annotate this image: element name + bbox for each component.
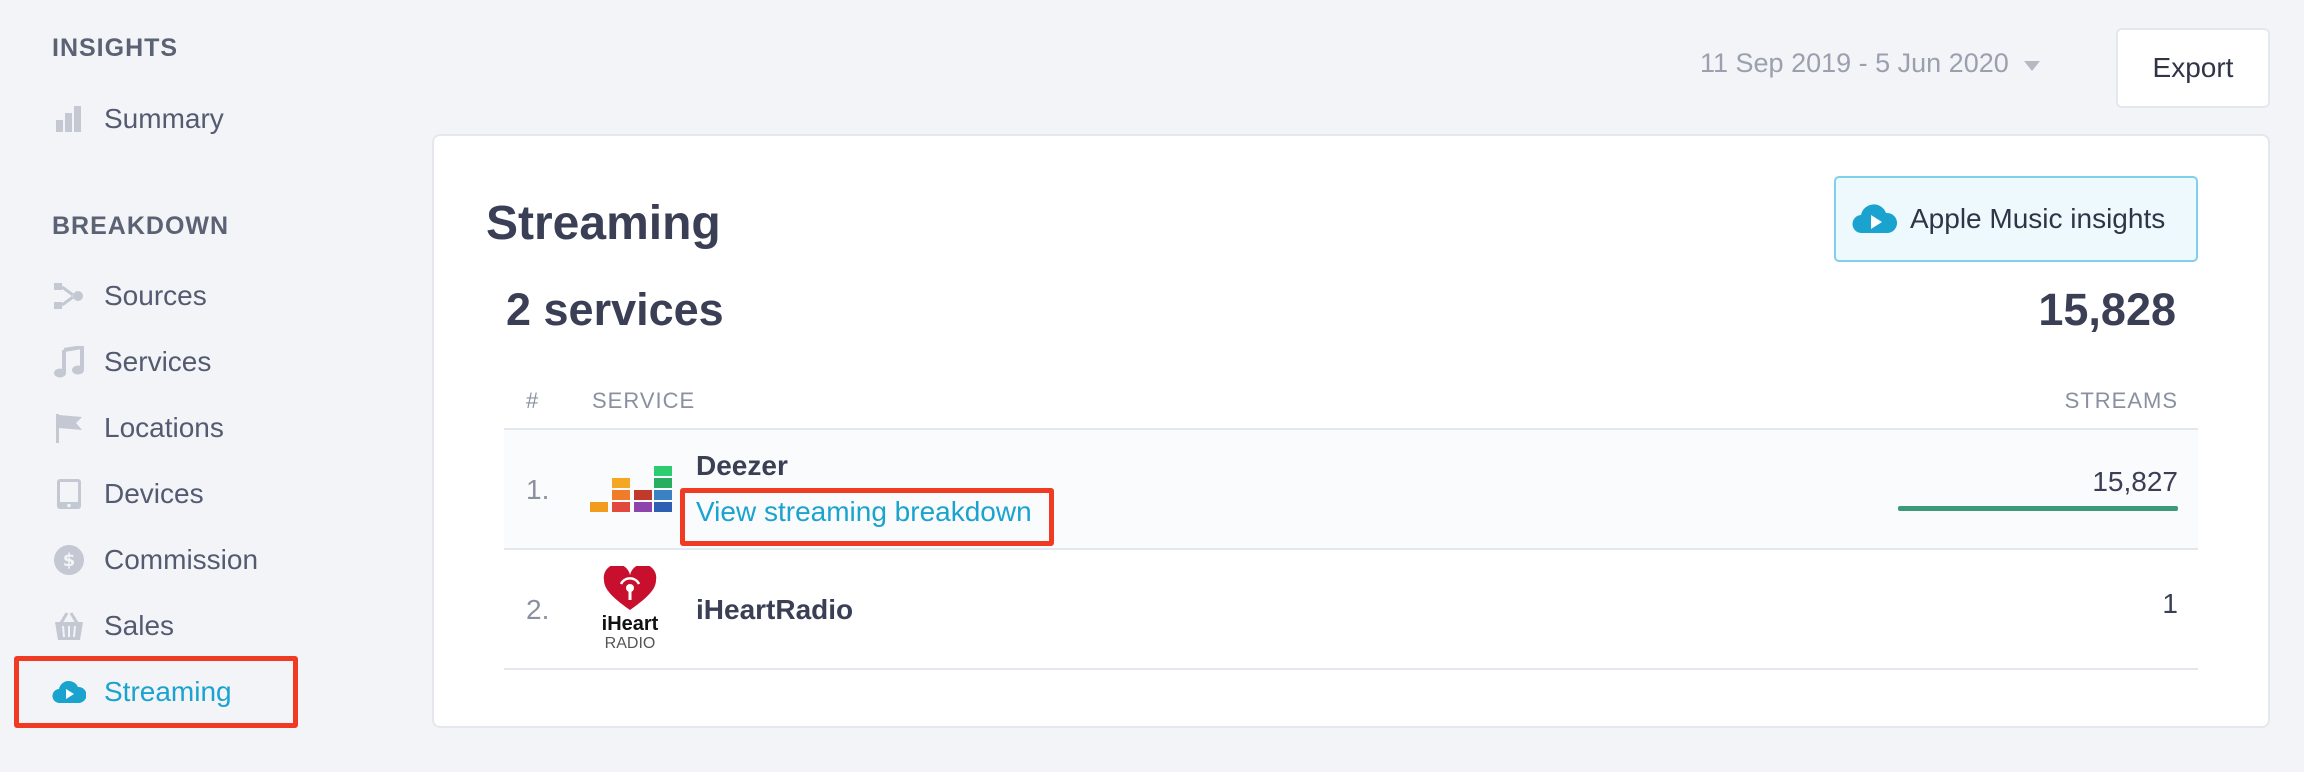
sidebar-item-sales[interactable]: Sales: [52, 604, 174, 648]
column-header-rank: #: [526, 388, 540, 413]
total-streams: 15,828: [2038, 284, 2176, 335]
export-button[interactable]: Export: [2116, 28, 2270, 108]
stream-count: 15,827: [2092, 466, 2178, 497]
sidebar-item-devices[interactable]: Devices: [52, 472, 204, 516]
sidebar-item-label: Sales: [104, 610, 175, 641]
date-range-selector[interactable]: 11 Sep 2019 - 5 Jun 2020: [1700, 48, 2041, 79]
radio-logo-text: RADIO: [605, 635, 656, 652]
insights-section-title: INSIGHTS: [52, 34, 179, 62]
sidebar-item-label: Commission: [104, 544, 259, 575]
bar-chart-icon: [52, 102, 86, 136]
music-note-icon: [52, 345, 86, 379]
column-header-streams: STREAMS: [2064, 388, 2178, 413]
iheart-logo-text: iHeart: [602, 613, 659, 635]
apple-music-insights-label: Apple Music insights: [1910, 203, 2166, 234]
sidebar-item-commission[interactable]: $ Commission: [52, 538, 258, 582]
dollar-coin-icon: $: [52, 543, 86, 577]
sidebar-item-label: Sources: [104, 280, 207, 311]
streaming-highlight-box: [14, 656, 298, 728]
tablet-icon: [52, 477, 86, 511]
iheartradio-logo-icon: iHeart RADIO: [590, 564, 672, 652]
streams-share-bar: [1898, 506, 2178, 511]
breakdown-section-title: BREAKDOWN: [52, 212, 230, 240]
apple-music-insights-button[interactable]: Apple Music insights: [1834, 176, 2198, 262]
sources-icon: [52, 279, 86, 313]
date-range-label: 11 Sep 2019 - 5 Jun 2020: [1700, 48, 2009, 78]
table-row[interactable]: 2. iHeart RADIO iHeartRadio 1: [504, 550, 2198, 670]
link-highlight-box: [680, 488, 1054, 546]
sidebar-item-sources[interactable]: Sources: [52, 274, 207, 318]
caret-down-icon: [2023, 48, 2041, 79]
sidebar-item-label: Devices: [104, 478, 204, 509]
cloud-play-icon: [1852, 203, 1898, 235]
sidebar-item-summary[interactable]: Summary: [52, 97, 224, 141]
streaming-card: Streaming Apple Music insights 2 service…: [432, 134, 2270, 728]
table-header: # SERVICE STREAMS: [504, 376, 2198, 430]
basket-icon: [52, 609, 86, 643]
column-header-service: SERVICE: [592, 388, 696, 413]
service-name: Deezer: [696, 450, 788, 481]
sidebar-item-services[interactable]: Services: [52, 340, 211, 384]
services-count: 2 services: [506, 284, 724, 335]
service-name: iHeartRadio: [696, 594, 854, 625]
sidebar: INSIGHTS Summary BREAKDOWN Sources Servi…: [0, 0, 400, 772]
deezer-logo-icon: [590, 458, 672, 522]
sidebar-item-label: Locations: [104, 412, 224, 443]
sidebar-item-label: Summary: [104, 103, 224, 134]
row-rank: 1.: [526, 474, 550, 505]
sidebar-item-label: Services: [104, 346, 212, 377]
sidebar-item-locations[interactable]: Locations: [52, 406, 224, 450]
page-title: Streaming: [486, 197, 721, 250]
row-rank: 2.: [526, 594, 550, 625]
stream-count: 1: [2162, 588, 2178, 619]
svg-text:$: $: [63, 550, 76, 571]
flag-icon: [52, 411, 86, 445]
